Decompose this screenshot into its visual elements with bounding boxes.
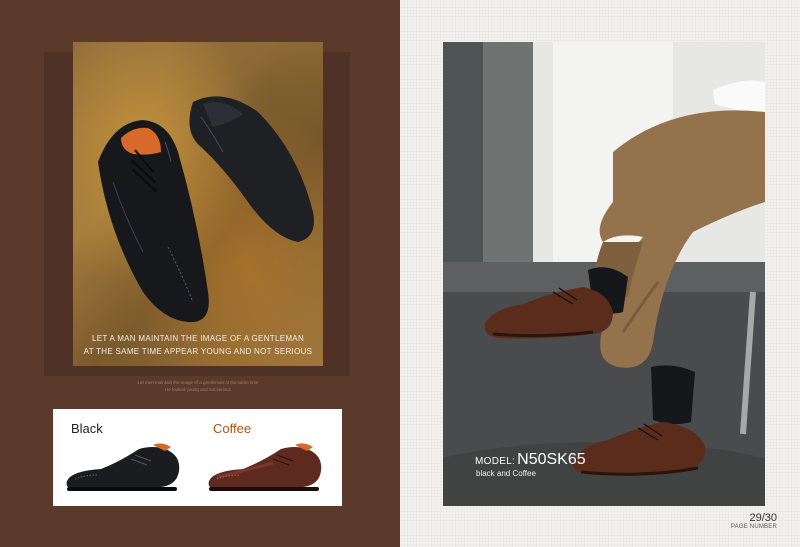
color-label-black: Black xyxy=(71,421,103,436)
page-number: 29/30 PAGE NUMBER xyxy=(731,512,777,530)
page-number-label: PAGE NUMBER xyxy=(730,524,777,530)
main-shoe-photo: LET A MAN MAINTAIN THE IMAGE OF A GENTLE… xyxy=(73,42,323,366)
tagline-line1: LET A MAN MAINTAIN THE IMAGE OF A GENTLE… xyxy=(91,334,305,343)
black-brogue-pair-image xyxy=(98,96,314,323)
coffee-shoe-image xyxy=(208,443,322,491)
model-code: N50SK65 xyxy=(517,451,586,468)
color-options-panel: Black Coffee xyxy=(53,409,342,506)
seated-man-wearing-shoes-image xyxy=(443,42,765,506)
caption-line2: He looked young and not serious xyxy=(165,387,231,392)
black-shoe-image xyxy=(66,443,180,491)
page-number-value: 29/30 xyxy=(749,512,777,524)
color-label-coffee: Coffee xyxy=(213,421,252,436)
tagline-line2: AT THE SAME TIME APPEAR YOUNG AND NOT SE… xyxy=(83,347,313,356)
model-label: MODEL: N50SK65 xyxy=(475,451,586,469)
lifestyle-photo xyxy=(443,42,765,506)
caption-line1: Let men maintain the image of a gentlema… xyxy=(137,380,259,385)
model-prefix: MODEL: xyxy=(475,456,516,467)
model-colors: black and Coffee xyxy=(476,469,536,478)
